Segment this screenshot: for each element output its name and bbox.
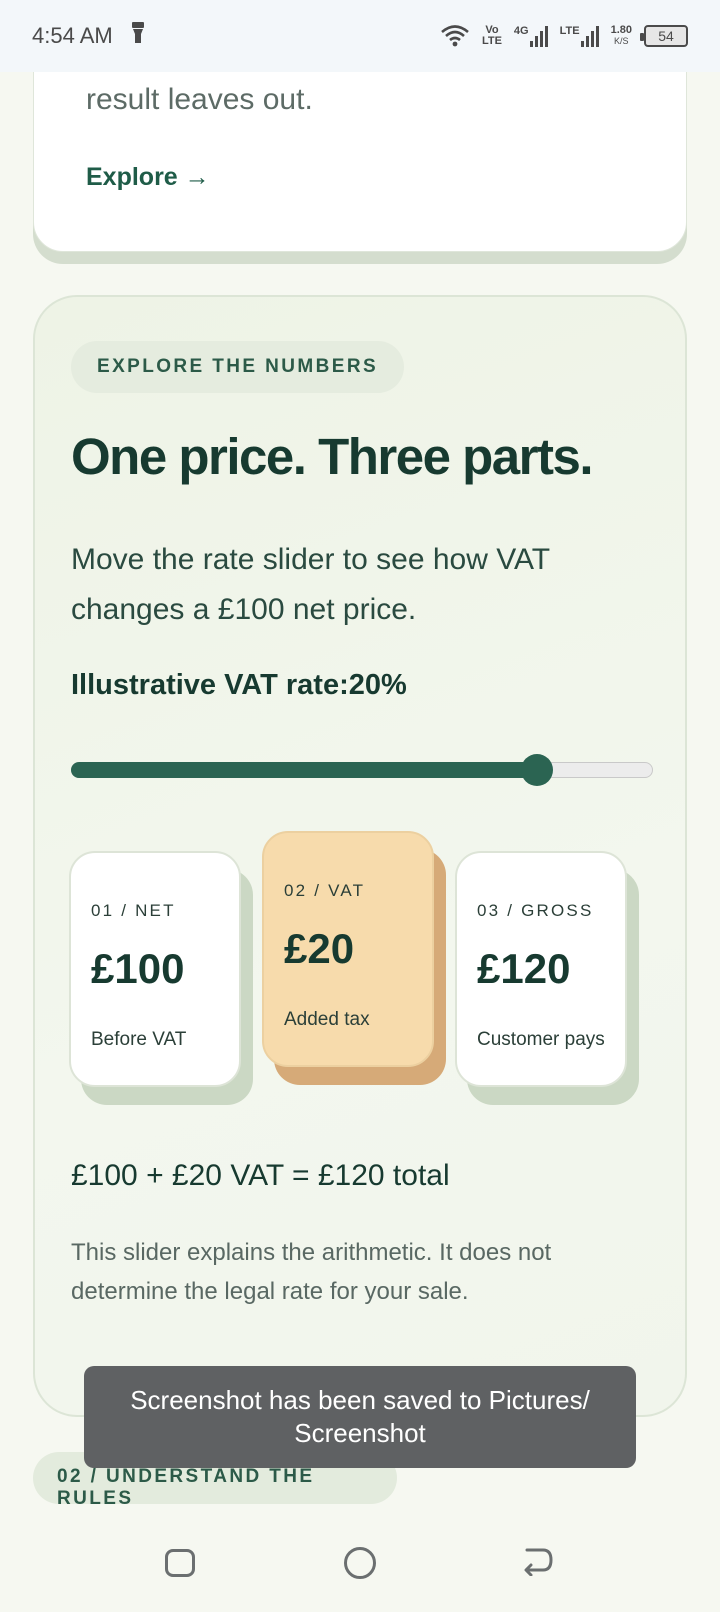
flashlight-icon — [131, 22, 145, 50]
slider-fill — [71, 762, 537, 778]
gross-card-code: 03 / GROSS — [477, 901, 594, 920]
signal-strength-icon — [529, 25, 548, 47]
vat-card-code: 02 / VAT — [284, 881, 366, 900]
section-lead: Move the rate slider to see how VAT chan… — [71, 543, 550, 626]
net-card-body: 01 / NET £100 Before VAT — [69, 851, 241, 1087]
net-card-caption: Before VAT — [91, 1029, 187, 1050]
home-button[interactable] — [330, 1514, 390, 1612]
toast-message: Screenshot has been saved to Pictures/ S… — [130, 1385, 590, 1448]
gross-card-amount: £120 — [477, 945, 571, 992]
vat-card: 02 / VAT £20 Added tax — [262, 831, 446, 1085]
slider-thumb[interactable] — [520, 754, 553, 786]
explore-numbers-card: EXPLORE THE NUMBERS One price. Three par… — [33, 295, 687, 1417]
circle-icon — [344, 1547, 376, 1579]
gross-card-caption: Customer pays — [477, 1029, 605, 1050]
system-navigation-bar — [0, 1514, 720, 1612]
net-card-amount: £100 — [91, 945, 185, 992]
section-heading: One price. Three parts. — [71, 428, 594, 485]
battery-icon: 54 — [640, 25, 688, 47]
vat-card-body: 02 / VAT £20 Added tax — [262, 831, 434, 1067]
vat-rate-label-text: Illustrative VAT rate: — [71, 669, 349, 701]
back-arrow-icon — [521, 1546, 555, 1581]
section-eyebrow: EXPLORE THE NUMBERS — [71, 341, 405, 393]
vat-card-caption: Added tax — [284, 1009, 370, 1030]
vat-card-amount: £20 — [284, 925, 355, 972]
vat-equation: £100 + £20 VAT = £120 total — [71, 1159, 450, 1192]
square-icon — [165, 1549, 195, 1577]
gross-card-body: 03 / GROSS £120 Customer pays — [455, 851, 627, 1087]
screenshot-saved-toast: Screenshot has been saved to Pictures/ S… — [84, 1366, 636, 1468]
vat-rate-label: Illustrative VAT rate:20% — [71, 669, 407, 702]
network-speed: 1.80 K/S — [610, 24, 632, 47]
previous-card-text: result leaves out. — [86, 83, 313, 116]
net-card: 01 / NET £100 Before VAT — [69, 851, 253, 1105]
slider-disclaimer: This slider explains the arithmetic. It … — [71, 1239, 552, 1305]
explore-link[interactable]: Explore → — [86, 163, 210, 192]
status-bar: 4:54 AM Vo LTE 4G LTE 1.80 K/S 54 — [0, 0, 720, 72]
gross-card: 03 / GROSS £120 Customer pays — [455, 851, 639, 1105]
recent-apps-button[interactable] — [150, 1514, 210, 1612]
vat-rate-slider[interactable] — [71, 754, 653, 786]
wifi-icon — [440, 23, 470, 50]
battery-level: 54 — [658, 28, 674, 44]
signal-strength-icon — [580, 25, 599, 47]
status-time: 4:54 AM — [32, 23, 113, 48]
network-lte: LTE — [560, 25, 599, 47]
net-card-code: 01 / NET — [91, 901, 176, 920]
back-button[interactable] — [508, 1514, 568, 1612]
volte-indicator: Vo LTE — [481, 24, 502, 47]
network-4g: 4G — [514, 25, 548, 47]
vat-rate-value: 20% — [348, 669, 407, 701]
